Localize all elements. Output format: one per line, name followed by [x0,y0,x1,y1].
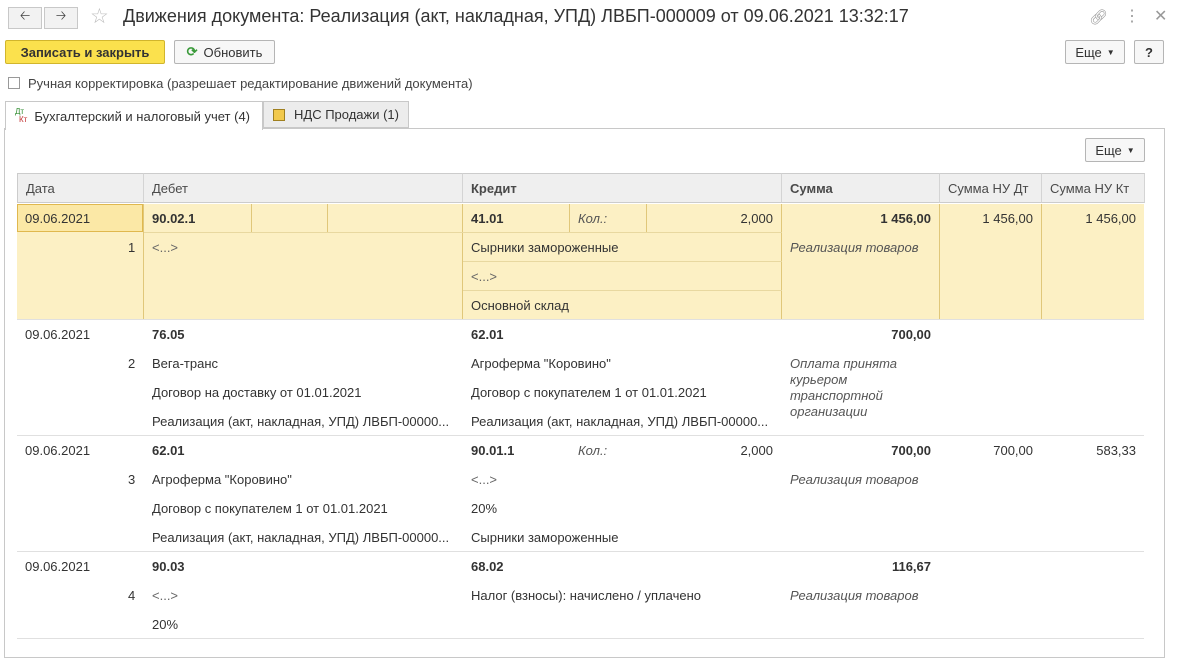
refresh-label: Обновить [203,44,263,60]
row1-number: 1 [128,240,136,255]
save-and-close-button[interactable]: Записать и закрыть [5,40,165,64]
row1-sum-note[interactable]: Реализация товаров [790,240,919,255]
row3-nu-dt[interactable]: 700,00 [948,443,1033,458]
help-button[interactable]: ? [1134,40,1164,64]
more-vertical-icon[interactable]: ⋮ [1124,6,1140,26]
tab-vat-sales-label: НДС Продажи (1) [294,107,399,122]
row3-sum-note[interactable]: Реализация товаров [790,472,919,487]
row4-debit-line1[interactable]: <...> [152,588,178,603]
panel-more-label: Еще [1095,142,1122,158]
row1-credit-account[interactable]: 41.01 [471,211,504,226]
row2-sum-note[interactable]: Оплата принята курьером транспортной орг… [790,356,910,420]
column-header-debit[interactable]: Дебет [144,173,463,203]
row3-credit-account[interactable]: 90.01.1 [471,443,514,458]
row4-debit-line2[interactable]: 20% [152,617,178,632]
arrow-right-icon: 🡢 [55,8,67,23]
manual-edit-checkbox[interactable] [8,77,20,89]
row1-date[interactable]: 09.06.2021 [25,211,90,226]
row4-sum-note[interactable]: Реализация товаров [790,588,919,603]
column-header-sum[interactable]: Сумма [782,173,940,203]
row2-number: 2 [128,356,136,371]
window-title: Движения документа: Реализация (акт, нак… [123,6,909,26]
row4-date[interactable]: 09.06.2021 [25,559,90,574]
row1-credit-qty[interactable]: 2,000 [660,211,773,226]
row1-sum[interactable]: 1 456,00 [790,211,931,226]
manual-edit-label: Ручная корректировка (разрешает редактир… [28,76,473,91]
row1-debit-account[interactable]: 90.02.1 [152,211,195,226]
tab-accounting-label: Бухгалтерский и налоговый учет (4) [34,108,251,124]
row3-nu-kt[interactable]: 583,33 [1050,443,1136,458]
link-icon[interactable]: 🔗︎ [1089,8,1108,26]
forward-button[interactable]: 🡢 [44,7,78,29]
row2-date[interactable]: 09.06.2021 [25,327,90,342]
row3-debit-line1[interactable]: Агроферма "Коровино" [152,472,292,487]
row1-credit-line3[interactable]: Основной склад [471,298,569,313]
row1-nu-kt[interactable]: 1 456,00 [1050,211,1136,226]
row1-credit-qty-label: Кол.: [578,211,608,226]
row3-debit-line2[interactable]: Договор с покупателем 1 от 01.01.2021 [152,501,388,516]
row4-sum[interactable]: 116,67 [790,559,931,574]
row2-debit-line3[interactable]: Реализация (акт, накладная, УПД) ЛВБП-00… [152,414,449,429]
row2-credit-account[interactable]: 62.01 [471,327,504,342]
panel-more-button[interactable]: Еще ▼ [1085,138,1145,162]
column-header-sum-nu-dt[interactable]: Сумма НУ Дт [940,173,1042,203]
row3-sum[interactable]: 700,00 [790,443,931,458]
chevron-down-icon: ▼ [1126,145,1135,155]
close-icon[interactable]: ✕ [1154,6,1167,26]
more-label: Еще [1075,44,1102,60]
tab-vat-sales[interactable]: НДС Продажи (1) [263,101,409,128]
row2-debit-account[interactable]: 76.05 [152,327,185,342]
row1-credit-line2[interactable]: <...> [471,269,497,284]
row3-number: 3 [128,472,136,487]
column-header-date[interactable]: Дата [17,173,144,203]
row4-debit-account[interactable]: 90.03 [152,559,185,574]
row4-credit-line1[interactable]: Налог (взносы): начислено / уплачено [471,588,701,603]
row3-debit-line3[interactable]: Реализация (акт, накладная, УПД) ЛВБП-00… [152,530,449,545]
row2-debit-line2[interactable]: Договор на доставку от 01.01.2021 [152,385,362,400]
column-header-credit[interactable]: Кредит [463,173,782,203]
tab-accounting[interactable]: Дт Кт Бухгалтерский и налоговый учет (4) [5,101,263,130]
row2-credit-line3[interactable]: Реализация (акт, накладная, УПД) ЛВБП-00… [471,414,768,429]
chevron-down-icon: ▼ [1106,47,1115,57]
row3-credit-line2[interactable]: 20% [471,501,497,516]
row3-debit-account[interactable]: 62.01 [152,443,185,458]
row4-credit-account[interactable]: 68.02 [471,559,504,574]
row2-debit-line1[interactable]: Вега-транс [152,356,218,371]
row1-debit-line1[interactable]: <...> [152,240,178,255]
row2-credit-line2[interactable]: Договор с покупателем 1 от 01.01.2021 [471,385,707,400]
register-icon [273,108,285,121]
row3-credit-qty-label: Кол.: [578,443,608,458]
row2-credit-line1[interactable]: Агроферма "Коровино" [471,356,611,371]
star-icon[interactable]: ☆ [90,4,109,29]
back-button[interactable]: 🡠 [8,7,42,29]
column-header-sum-nu-kt[interactable]: Сумма НУ Кт [1042,173,1145,203]
row3-credit-line1[interactable]: <...> [471,472,497,487]
row1-credit-line1[interactable]: Сырники замороженные [471,240,619,255]
refresh-icon: ⟳ [186,44,198,59]
refresh-button[interactable]: ⟳ Обновить [174,40,275,64]
more-button[interactable]: Еще ▼ [1065,40,1125,64]
row3-credit-qty[interactable]: 2,000 [660,443,773,458]
row3-credit-line3[interactable]: Сырники замороженные [471,530,619,545]
row4-number: 4 [128,588,136,603]
arrow-left-icon: 🡠 [19,8,31,23]
row3-date[interactable]: 09.06.2021 [25,443,90,458]
row2-sum[interactable]: 700,00 [790,327,931,342]
row1-nu-dt[interactable]: 1 456,00 [948,211,1033,226]
dt-kt-icon: Дт Кт [15,107,28,124]
